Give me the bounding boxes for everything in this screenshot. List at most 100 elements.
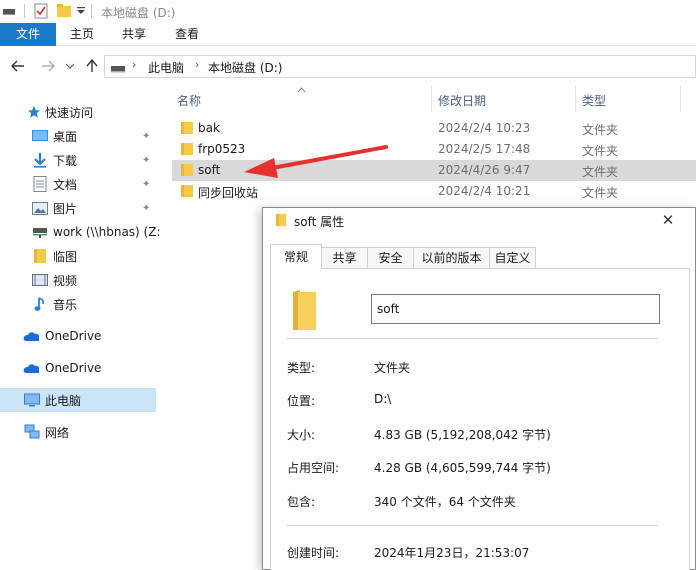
video-icon: [32, 272, 48, 288]
pin-icon[interactable]: ✦: [142, 203, 150, 214]
folder-icon: [181, 122, 193, 134]
pin-icon[interactable]: ✦: [142, 179, 150, 190]
sidebar-item-label: 音乐: [53, 297, 78, 312]
file-name: frp0523: [198, 142, 246, 156]
chevron-right-icon: ›: [132, 58, 137, 71]
sidebar-item-lintu[interactable]: 临图: [0, 244, 156, 268]
tab-view[interactable]: 查看: [161, 23, 213, 46]
file-name: bak: [198, 121, 220, 135]
breadcrumb-this-pc[interactable]: 此电脑: [148, 59, 184, 76]
folder-icon: [32, 248, 48, 264]
column-divider[interactable]: [680, 86, 681, 112]
column-header-date[interactable]: 修改日期: [438, 92, 486, 109]
dialog-title: soft 属性: [294, 215, 345, 229]
close-icon[interactable]: ✕: [656, 209, 680, 231]
column-header-name[interactable]: 名称: [177, 92, 201, 109]
file-type: 文件夹: [582, 144, 619, 158]
toolbar-separator: [24, 4, 25, 18]
tab-file[interactable]: 文件: [0, 23, 56, 46]
chevron-right-icon: ›: [195, 58, 200, 71]
sidebar-item-label: 文档: [53, 177, 78, 192]
file-name: 同步回收站: [198, 186, 259, 200]
up-button[interactable]: [82, 55, 102, 77]
tab-share[interactable]: 共享: [108, 23, 160, 46]
sidebar-item-downloads[interactable]: 下载 ✦: [0, 148, 156, 172]
sidebar-item-pictures[interactable]: 图片 ✦: [0, 196, 156, 220]
annotation-arrow-icon: [244, 145, 388, 178]
sidebar-item-network[interactable]: 网络: [0, 420, 156, 444]
back-button[interactable]: [8, 55, 28, 77]
folder-icon: [181, 185, 193, 197]
sidebar-item-label: 此电脑: [45, 393, 82, 408]
customize-toolbar-icon[interactable]: [76, 3, 86, 19]
folder-icon: [275, 213, 287, 230]
column-header-type[interactable]: 类型: [582, 92, 606, 109]
network-drive-icon: [32, 224, 48, 240]
document-icon: [32, 176, 48, 192]
properties-check-icon[interactable]: [33, 3, 49, 19]
computer-icon: [24, 392, 40, 408]
tab-strip-line: [270, 268, 690, 269]
file-type: 文件夹: [582, 165, 619, 179]
column-divider[interactable]: [575, 86, 576, 112]
prop-label-contains: 包含:: [287, 495, 316, 509]
sidebar-item-label: 快速访问: [45, 105, 94, 120]
tab-home[interactable]: 主页: [56, 23, 108, 46]
cloud-icon: [23, 360, 39, 376]
sort-ascending-icon: [297, 82, 306, 96]
address-bar[interactable]: [104, 55, 696, 78]
prop-value-contains: 340 个文件，64 个文件夹: [374, 495, 516, 509]
sidebar-item-label: 视频: [53, 273, 78, 288]
prop-value-created: 2024年1月23日，21:53:07: [374, 546, 530, 560]
prop-value-size: 4.83 GB (5,192,208,042 字节): [374, 428, 551, 442]
drive-icon: [3, 3, 15, 19]
sidebar-item-label: OneDrive: [45, 329, 102, 343]
sidebar-item-onedrive-2[interactable]: OneDrive: [0, 356, 156, 380]
dialog-tab-customize[interactable]: 自定义: [489, 247, 536, 268]
sidebar-item-desktop[interactable]: 桌面 ✦: [0, 124, 156, 148]
sidebar-item-quick-access[interactable]: 快速访问: [0, 100, 156, 124]
sidebar-item-onedrive-1[interactable]: OneDrive: [0, 324, 156, 348]
sidebar-item-work-drive[interactable]: work (\\hbnas) (Z:: [0, 220, 161, 244]
sidebar-item-label: 图片: [53, 201, 78, 216]
pin-icon[interactable]: ✦: [142, 155, 150, 166]
recent-locations-icon[interactable]: [60, 55, 80, 77]
folder-name-input[interactable]: [371, 294, 660, 324]
forward-button[interactable]: [38, 55, 58, 77]
prop-label-size-on-disk: 占用空间:: [287, 461, 340, 475]
sidebar-item-label: 临图: [53, 249, 78, 264]
breadcrumb-drive-d[interactable]: 本地磁盘 (D:): [208, 59, 282, 76]
sidebar-item-label: 桌面: [53, 129, 78, 144]
dialog-tab-sharing[interactable]: 共享: [321, 247, 368, 268]
column-divider[interactable]: [431, 86, 432, 112]
drive-icon: [111, 62, 125, 76]
sidebar-item-label: work (\\hbnas) (Z:: [53, 225, 161, 239]
explorer-window: 本地磁盘 (D:) 文件 主页 共享 查看 › 此电脑 › 本地磁盘 (D:) …: [0, 0, 696, 570]
dialog-tab-security[interactable]: 安全: [367, 247, 414, 268]
new-folder-icon[interactable]: [56, 3, 72, 19]
prop-label-created: 创建时间:: [287, 546, 340, 560]
sidebar-item-label: OneDrive: [45, 361, 102, 375]
sidebar-item-this-pc[interactable]: 此电脑: [0, 388, 156, 412]
file-date: 2024/4/26 9:47: [438, 163, 531, 177]
cloud-icon: [23, 328, 39, 344]
file-type: 文件夹: [582, 186, 619, 200]
network-icon: [24, 424, 40, 440]
dialog-tab-general[interactable]: 常规: [270, 244, 322, 269]
window-title: 本地磁盘 (D:): [101, 6, 176, 20]
sidebar-item-videos[interactable]: 视频: [0, 268, 156, 292]
folder-icon: [181, 143, 193, 155]
star-icon: [26, 104, 42, 120]
music-icon: [32, 296, 48, 312]
download-icon: [32, 152, 48, 168]
folder-icon: [181, 164, 193, 176]
file-date: 2024/2/4 10:21: [438, 184, 531, 198]
file-row-bak[interactable]: bak 2024/2/4 10:23 文件夹: [172, 118, 696, 139]
prop-label-location: 位置:: [287, 394, 316, 408]
sidebar-item-documents[interactable]: 文档 ✦: [0, 172, 156, 196]
divider: [287, 338, 658, 339]
sidebar-item-music[interactable]: 音乐: [0, 292, 156, 316]
file-date: 2024/2/4 10:23: [438, 121, 531, 135]
dialog-tab-previous-versions[interactable]: 以前的版本: [413, 247, 490, 268]
pin-icon[interactable]: ✦: [142, 131, 150, 142]
